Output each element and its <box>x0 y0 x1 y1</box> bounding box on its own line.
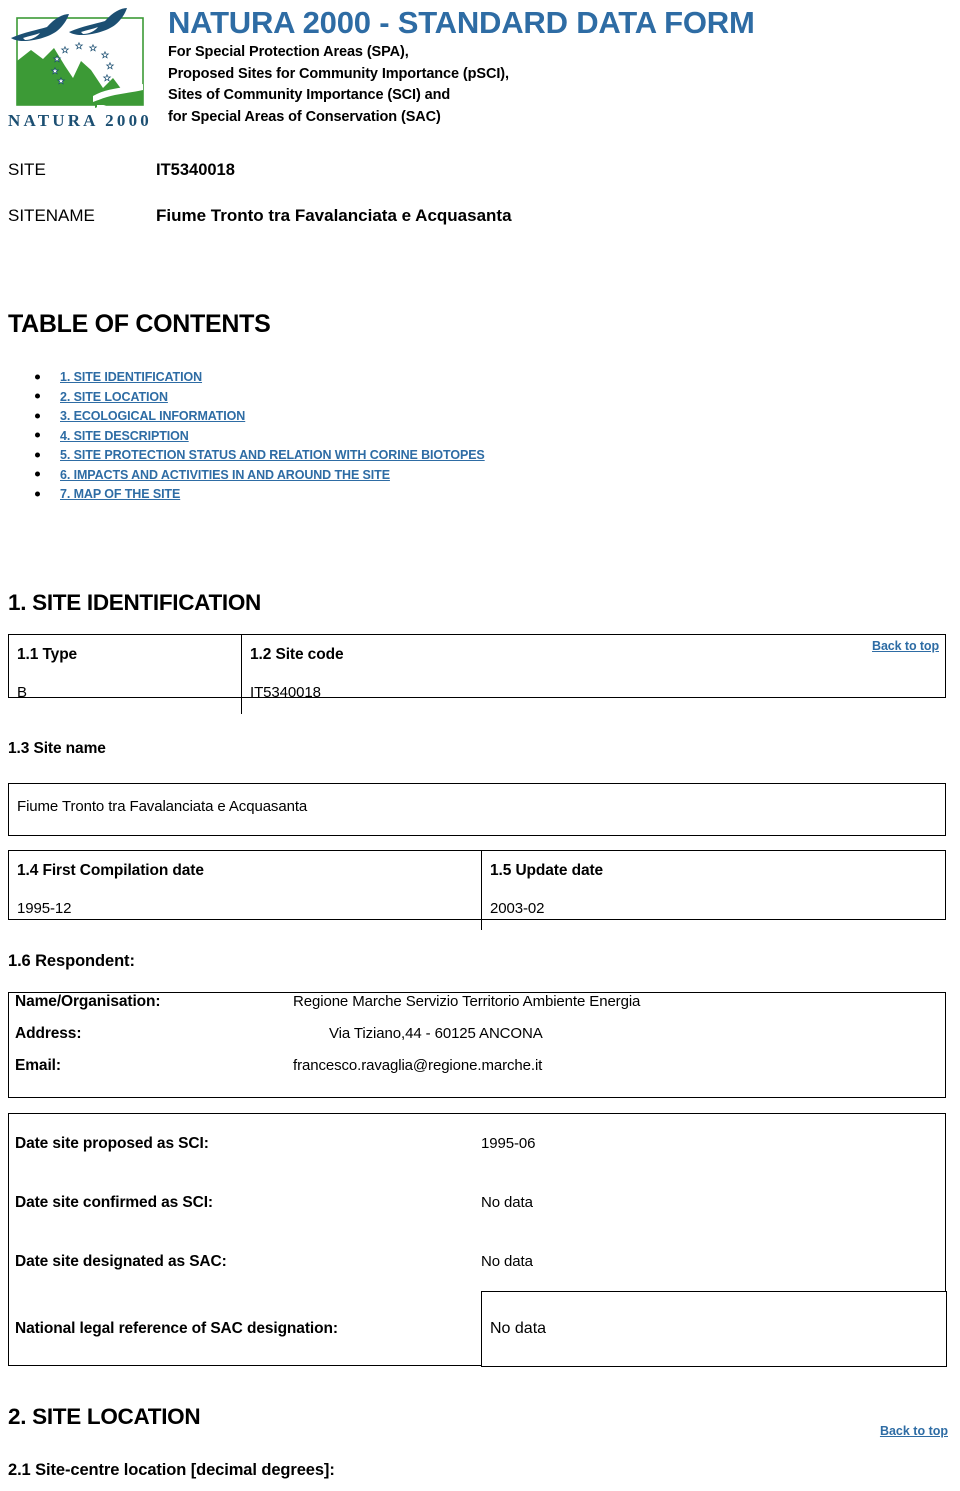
designation-dates-table: Date site proposed as SCI: 1995-06 Date … <box>8 1113 947 1367</box>
site-type-cell: 1.1 Type B <box>9 635 241 714</box>
national-legal-reference-value: No data <box>481 1291 947 1367</box>
update-date-label: 1.5 Update date <box>490 862 604 879</box>
header-subtitle-1: For Special Protection Areas (SPA), <box>168 44 409 60</box>
site-code-value: IT5340018 <box>250 684 321 701</box>
toc-item-2[interactable]: 2. SITE LOCATION <box>30 387 485 407</box>
toc-item-3[interactable]: 3. ECOLOGICAL INFORMATION <box>30 406 485 426</box>
update-date-cell: 1.5 Update date 2003-02 <box>481 851 945 930</box>
header-text-block: NATURA 2000 - STANDARD DATA FORM For Spe… <box>168 4 948 128</box>
site-code-label: 1.2 Site code <box>250 646 344 663</box>
respondent-name-value: Regione Marche Servizio Territorio Ambie… <box>293 993 641 1010</box>
respondent-heading: 1.6 Respondent: <box>8 952 135 970</box>
first-compilation-value: 1995-12 <box>17 900 72 917</box>
date-designated-sac-label: Date site designated as SAC: <box>15 1252 227 1270</box>
site-code-cell: Back to top 1.2 Site code IT5340018 <box>241 635 945 714</box>
natura-2000-logo-svg: NATURA 2000 <box>8 8 152 130</box>
toc-link-impacts-and-activities[interactable]: 6. IMPACTS AND ACTIVITIES IN AND AROUND … <box>60 468 390 482</box>
header-subtitle-3: Sites of Community Importance (SCI) and <box>168 87 451 103</box>
respondent-email-value: francesco.ravaglia@regione.marche.it <box>293 1057 543 1074</box>
respondent-email-row: Email: francesco.ravaglia@regione.marche… <box>9 1057 945 1089</box>
toc-title: TABLE OF CONTENTS <box>8 310 271 338</box>
bullet-icon <box>35 413 40 419</box>
date-proposed-sci-value: 1995-06 <box>481 1135 536 1152</box>
site-name-value: Fiume Tronto tra Favalanciata e Acquasan… <box>17 798 308 815</box>
respondent-name-label: Name/Organisation: <box>15 993 161 1010</box>
date-proposed-sci-row: Date site proposed as SCI: 1995-06 <box>9 1114 945 1173</box>
bullet-icon <box>35 393 40 399</box>
toc-link-site-location[interactable]: 2. SITE LOCATION <box>60 390 168 404</box>
site-code-row: SITE IT5340018 <box>8 160 948 206</box>
site-summary-block: SITE IT5340018 SITENAME Fiume Tronto tra… <box>8 160 948 252</box>
toc-item-7[interactable]: 7. MAP OF THE SITE <box>30 484 485 504</box>
respondent-address-row: Address: Via Tiziano,44 - 60125 ANCONA <box>9 1025 945 1057</box>
date-confirmed-sci-row: Date site confirmed as SCI: No data <box>9 1173 945 1232</box>
document-header: NATURA 2000 NATURA 2000 - STANDARD DATA … <box>0 0 960 150</box>
header-subtitle-2: Proposed Sites for Community Importance … <box>168 65 509 82</box>
respondent-email-label: Email: <box>15 1057 61 1074</box>
compilation-dates-table: 1.4 First Compilation date 1995-12 1.5 U… <box>8 850 946 930</box>
bullet-icon <box>35 452 40 458</box>
sitename-value: Fiume Tronto tra Favalanciata e Acquasan… <box>156 206 512 225</box>
respondent-address-value: Via Tiziano,44 - 60125 ANCONA <box>329 1025 543 1042</box>
respondent-address-label: Address: <box>15 1025 82 1042</box>
bullet-icon <box>35 432 40 438</box>
toc-link-site-identification[interactable]: 1. SITE IDENTIFICATION <box>60 370 202 384</box>
site-code-value: IT5340018 <box>156 161 235 179</box>
section-1-heading: 1. SITE IDENTIFICATION <box>8 590 261 615</box>
first-compilation-cell: 1.4 First Compilation date 1995-12 <box>9 851 481 930</box>
sitename-label: SITENAME <box>8 206 95 225</box>
site-name-table: Fiume Tronto tra Favalanciata e Acquasan… <box>8 783 946 836</box>
toc-link-map-of-the-site[interactable]: 7. MAP OF THE SITE <box>60 487 180 501</box>
site-type-value: B <box>17 684 27 701</box>
natura-2000-logo: NATURA 2000 <box>7 6 155 138</box>
back-to-top-link-section1[interactable]: Back to top <box>872 639 939 653</box>
update-date-value: 2003-02 <box>490 900 545 917</box>
logo-caption: NATURA 2000 <box>8 111 152 130</box>
page-title: NATURA 2000 - STANDARD DATA FORM <box>168 5 755 40</box>
respondent-table: Name/Organisation: Regione Marche Serviz… <box>8 992 946 1098</box>
toc-item-5[interactable]: 5. SITE PROTECTION STATUS AND RELATION W… <box>30 445 485 465</box>
toc-list: 1. SITE IDENTIFICATION 2. SITE LOCATION … <box>30 367 485 504</box>
bullet-icon <box>35 491 40 497</box>
national-legal-reference-label: National legal reference of SAC designat… <box>15 1320 338 1337</box>
site-name-row: SITENAME Fiume Tronto tra Favalanciata e… <box>8 206 948 252</box>
bullet-icon <box>35 471 40 477</box>
toc-item-1[interactable]: 1. SITE IDENTIFICATION <box>30 367 485 387</box>
site-label: SITE <box>8 160 46 179</box>
section-2-heading: 2. SITE LOCATION <box>8 1404 201 1429</box>
toc-link-site-description[interactable]: 4. SITE DESCRIPTION <box>60 429 189 443</box>
date-designated-sac-value: No data <box>481 1253 533 1270</box>
respondent-name-row: Name/Organisation: Regione Marche Serviz… <box>9 993 945 1025</box>
toc-item-6[interactable]: 6. IMPACTS AND ACTIVITIES IN AND AROUND … <box>30 465 485 485</box>
header-subtitle-4: for Special Areas of Conservation (SAC) <box>168 108 441 125</box>
site-name-heading: 1.3 Site name <box>8 740 106 757</box>
national-legal-reference-row: National legal reference of SAC designat… <box>9 1291 947 1367</box>
back-to-top-link-section2[interactable]: Back to top <box>880 1424 948 1438</box>
site-type-and-code-table: 1.1 Type B Back to top 1.2 Site code IT5… <box>8 634 946 714</box>
bird-icon <box>11 8 127 41</box>
date-designated-sac-row: Date site designated as SAC: No data <box>9 1232 945 1291</box>
date-confirmed-sci-value: No data <box>481 1194 533 1211</box>
toc-link-ecological-information[interactable]: 3. ECOLOGICAL INFORMATION <box>60 409 245 423</box>
site-centre-location-label: 2.1 Site-centre location [decimal degree… <box>8 1461 335 1479</box>
date-confirmed-sci-label: Date site confirmed as SCI: <box>15 1193 213 1211</box>
date-proposed-sci-label: Date site proposed as SCI: <box>15 1134 209 1152</box>
bullet-icon <box>35 374 40 380</box>
first-compilation-label: 1.4 First Compilation date <box>17 862 204 879</box>
toc-link-site-protection-status[interactable]: 5. SITE PROTECTION STATUS AND RELATION W… <box>60 448 485 462</box>
toc-item-4[interactable]: 4. SITE DESCRIPTION <box>30 426 485 446</box>
site-type-label: 1.1 Type <box>17 646 78 663</box>
